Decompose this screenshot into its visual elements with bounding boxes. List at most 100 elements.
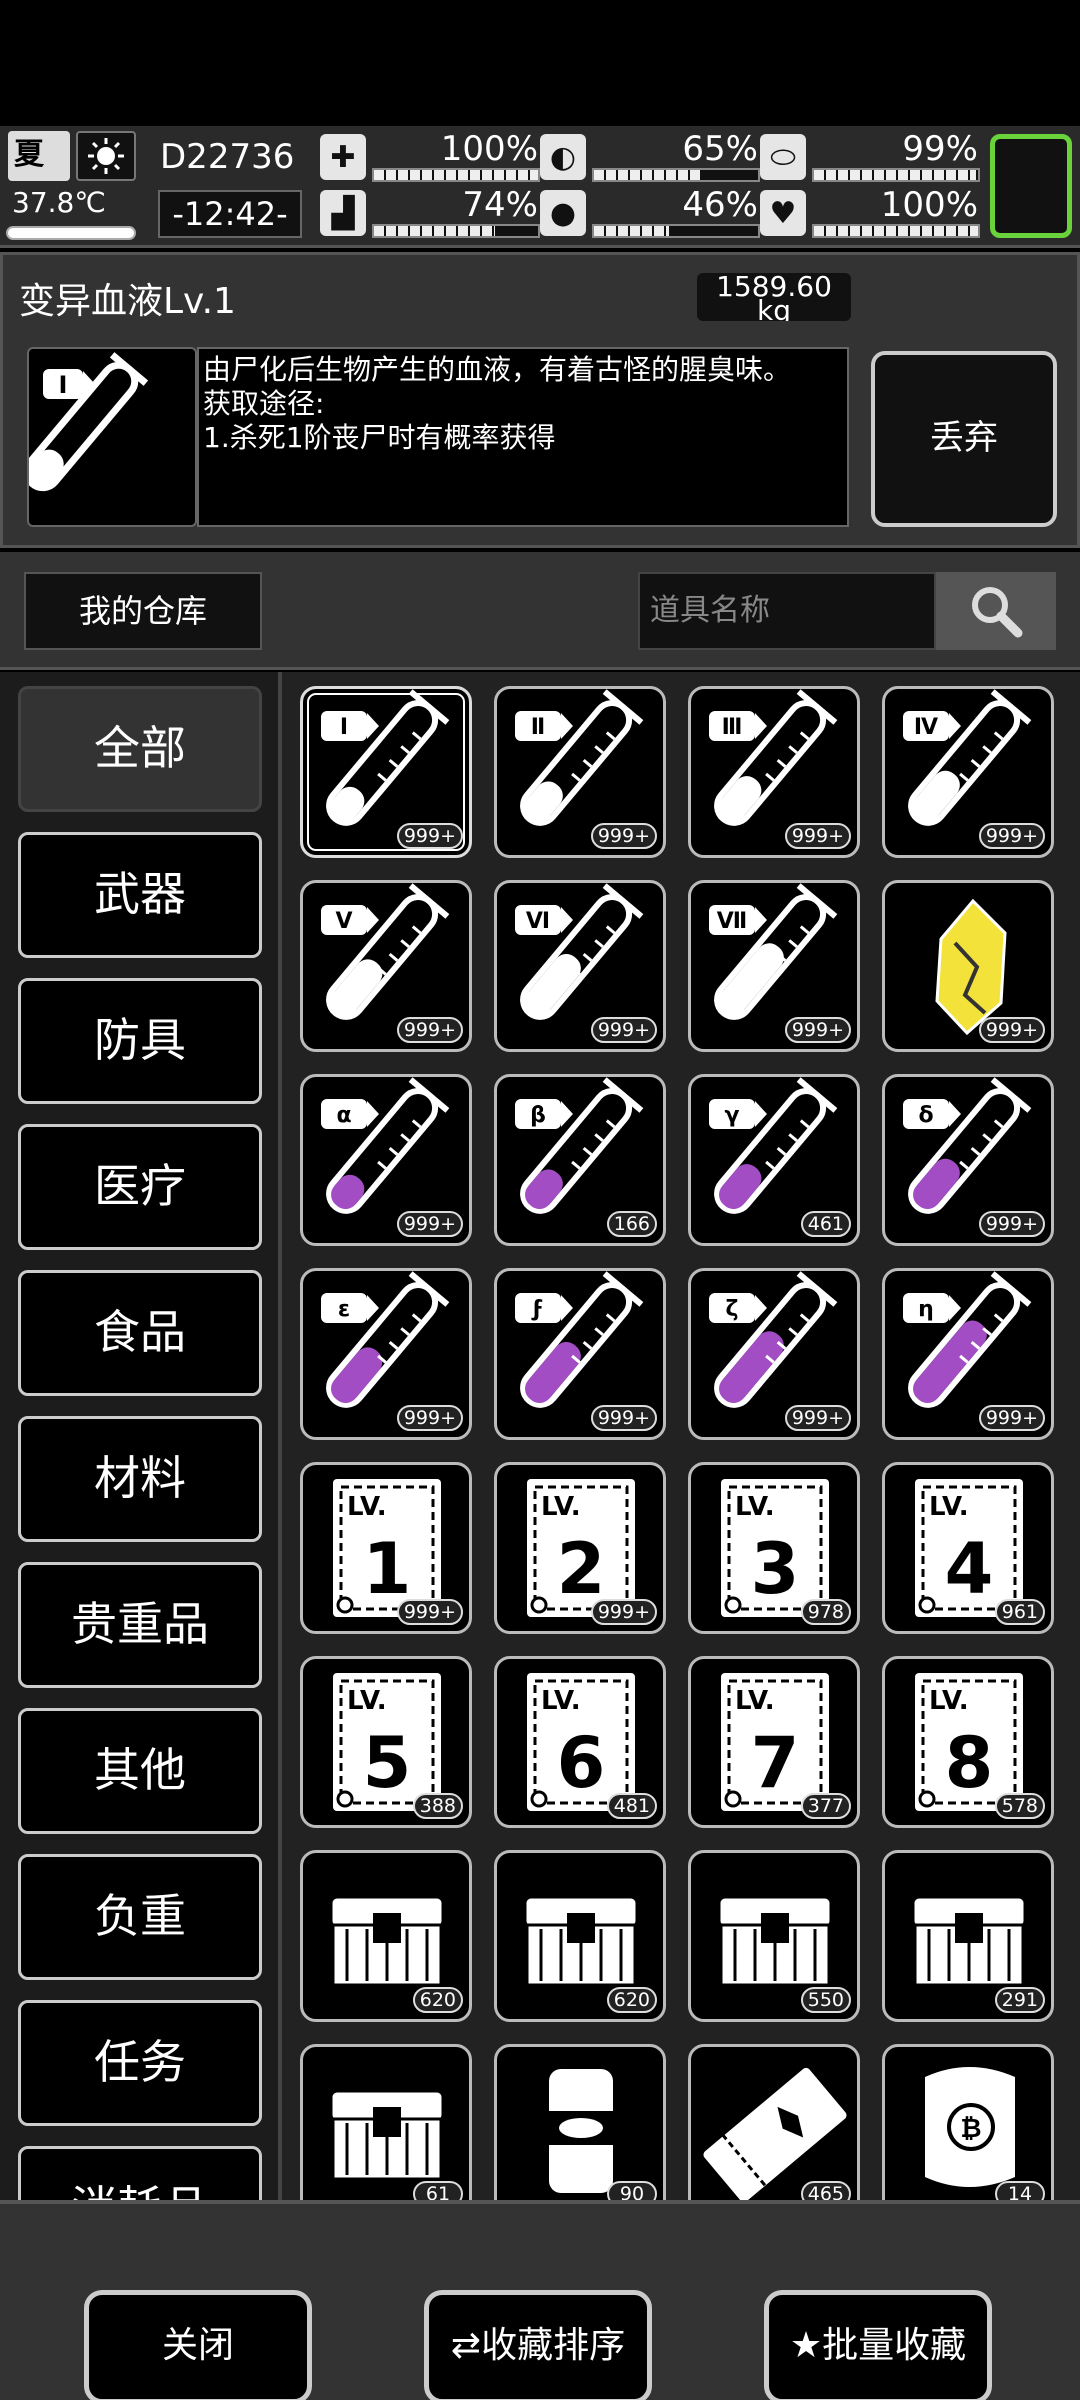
- tier-label: ϝ: [531, 1297, 544, 1322]
- stat-bar-fill: [594, 170, 701, 180]
- item-slot[interactable]: Ⅳ 999+: [882, 686, 1054, 858]
- day-counter: D22736: [160, 137, 295, 177]
- close-button[interactable]: 关闭: [84, 2290, 312, 2400]
- category-tab-3[interactable]: 医疗: [18, 1124, 262, 1250]
- stat-value: 74%: [462, 185, 538, 225]
- water-drop-icon: ●: [540, 190, 586, 236]
- tier-label: Ⅴ: [335, 909, 352, 934]
- item-slot[interactable]: LV. 5 388: [300, 1656, 472, 1828]
- menu-button[interactable]: [990, 134, 1072, 238]
- category-tab-9[interactable]: 任务: [18, 2000, 262, 2126]
- stat-bar: [812, 224, 980, 238]
- category-tab-5[interactable]: 材料: [18, 1416, 262, 1542]
- item-slot[interactable]: 61: [300, 2044, 472, 2200]
- card-level: 7: [751, 1722, 800, 1804]
- star-icon: ★: [789, 2325, 823, 2366]
- category-tab-6[interactable]: 贵重品: [18, 1562, 262, 1688]
- stat-bar-fill: [594, 226, 670, 236]
- search-input[interactable]: 道具名称: [638, 572, 936, 650]
- category-tab-4[interactable]: 食品: [18, 1270, 262, 1396]
- stat-health: ✚ 100%: [320, 130, 544, 184]
- item-slot[interactable]: Ⅶ 999+: [688, 880, 860, 1052]
- tier-label: δ: [918, 1103, 933, 1128]
- item-count-badge: 999+: [978, 1017, 1045, 1043]
- stat-bar-fill: [814, 170, 977, 180]
- sun-icon: [76, 131, 136, 181]
- item-slot[interactable]: 465: [688, 2044, 860, 2200]
- sort-label: 收藏排序: [481, 2325, 626, 2366]
- item-slot[interactable]: Ⅲ 999+: [688, 686, 860, 858]
- item-slot[interactable]: 550: [688, 1850, 860, 2022]
- tier-label: Ⅳ: [914, 715, 939, 740]
- item-slot[interactable]: Ⅰ 999+: [300, 686, 472, 858]
- swap-arrows-icon: ⇄: [450, 2325, 482, 2366]
- item-slot[interactable]: Ⅴ 999+: [300, 880, 472, 1052]
- card-level-prefix: LV.: [929, 1686, 969, 1716]
- pill-icon: ⬭: [760, 134, 806, 180]
- stat-bar: [812, 168, 980, 182]
- warehouse-header: 我的仓库 道具名称: [0, 552, 1080, 670]
- item-count-badge: 291: [994, 1987, 1045, 2013]
- item-slot[interactable]: 620: [300, 1850, 472, 2022]
- card-level-prefix: LV.: [735, 1686, 775, 1716]
- item-slot[interactable]: LV. 7 377: [688, 1656, 860, 1828]
- item-slot[interactable]: LV. 8 578: [882, 1656, 1054, 1828]
- stat-thirst: ● 46%: [540, 186, 764, 240]
- item-slot[interactable]: δ 999+: [882, 1074, 1054, 1246]
- season-label: 夏: [14, 137, 44, 172]
- item-slot[interactable]: LV. 4 961: [882, 1462, 1054, 1634]
- search-icon[interactable]: [936, 572, 1056, 650]
- item-slot[interactable]: α 999+: [300, 1074, 472, 1246]
- bottom-bar: 关闭 ⇄收藏排序 ★批量收藏: [0, 2200, 1080, 2400]
- temperature-bar: [6, 226, 136, 240]
- category-tab-7[interactable]: 其他: [18, 1708, 262, 1834]
- item-slot[interactable]: 999+: [882, 880, 1054, 1052]
- medkit-icon: ✚: [320, 134, 366, 180]
- item-slot[interactable]: 90: [494, 2044, 666, 2200]
- item-count-badge: 999+: [396, 1017, 463, 1043]
- item-slot[interactable]: 620: [494, 1850, 666, 2022]
- item-count-badge: 550: [800, 1987, 851, 2013]
- item-slot[interactable]: ζ 999+: [688, 1268, 860, 1440]
- item-slot[interactable]: ₿ 14: [882, 2044, 1054, 2200]
- item-count-badge: 999+: [784, 823, 851, 849]
- category-tab-8[interactable]: 负重: [18, 1854, 262, 1980]
- item-slot[interactable]: β 166: [494, 1074, 666, 1246]
- stat-bar: [372, 168, 540, 182]
- item-slot[interactable]: ϝ 999+: [494, 1268, 666, 1440]
- description-line: 由尸化后生物产生的血液，有着古怪的腥臭味。: [203, 353, 792, 386]
- stat-value: 65%: [682, 129, 758, 169]
- card-level: 2: [557, 1528, 606, 1610]
- category-tab-10[interactable]: 消耗品: [18, 2146, 262, 2200]
- weight-readout: 1589.60 kg: [697, 273, 851, 321]
- item-slot[interactable]: LV. 6 481: [494, 1656, 666, 1828]
- item-slot[interactable]: LV. 3 978: [688, 1462, 860, 1634]
- sort-favorites-button[interactable]: ⇄收藏排序: [424, 2290, 652, 2400]
- item-slot[interactable]: Ⅵ 999+: [494, 880, 666, 1052]
- item-slot[interactable]: LV. 2 999+: [494, 1462, 666, 1634]
- batch-favorite-button[interactable]: ★批量收藏: [764, 2290, 992, 2400]
- description-line: 获取途径:: [203, 387, 325, 420]
- item-slot[interactable]: Ⅱ 999+: [494, 686, 666, 858]
- svg-text:₿: ₿: [960, 2114, 981, 2144]
- stat-bar: [372, 224, 540, 238]
- item-slot[interactable]: 291: [882, 1850, 1054, 2022]
- item-slot[interactable]: η 999+: [882, 1268, 1054, 1440]
- stat-mood: ♥ 100%: [760, 186, 984, 240]
- category-tab-2[interactable]: 防具: [18, 978, 262, 1104]
- card-level: 5: [363, 1722, 412, 1804]
- category-tab-0[interactable]: 全部: [18, 686, 262, 812]
- clock: -12:42-: [158, 190, 302, 238]
- boot-icon: ▟: [320, 190, 366, 236]
- item-count-badge: 388: [412, 1793, 463, 1819]
- category-sidebar[interactable]: 全部武器防具医疗食品材料贵重品其他负重任务消耗品: [0, 672, 282, 2200]
- item-count-badge: 166: [606, 1211, 657, 1237]
- item-slot[interactable]: ε 999+: [300, 1268, 472, 1440]
- card-level-prefix: LV.: [347, 1686, 387, 1716]
- discard-button[interactable]: 丢弃: [871, 351, 1057, 527]
- warehouse-tab[interactable]: 我的仓库: [24, 572, 262, 650]
- item-slot[interactable]: γ 461: [688, 1074, 860, 1246]
- season-badge: 夏: [8, 131, 70, 181]
- item-slot[interactable]: LV. 1 999+: [300, 1462, 472, 1634]
- category-tab-1[interactable]: 武器: [18, 832, 262, 958]
